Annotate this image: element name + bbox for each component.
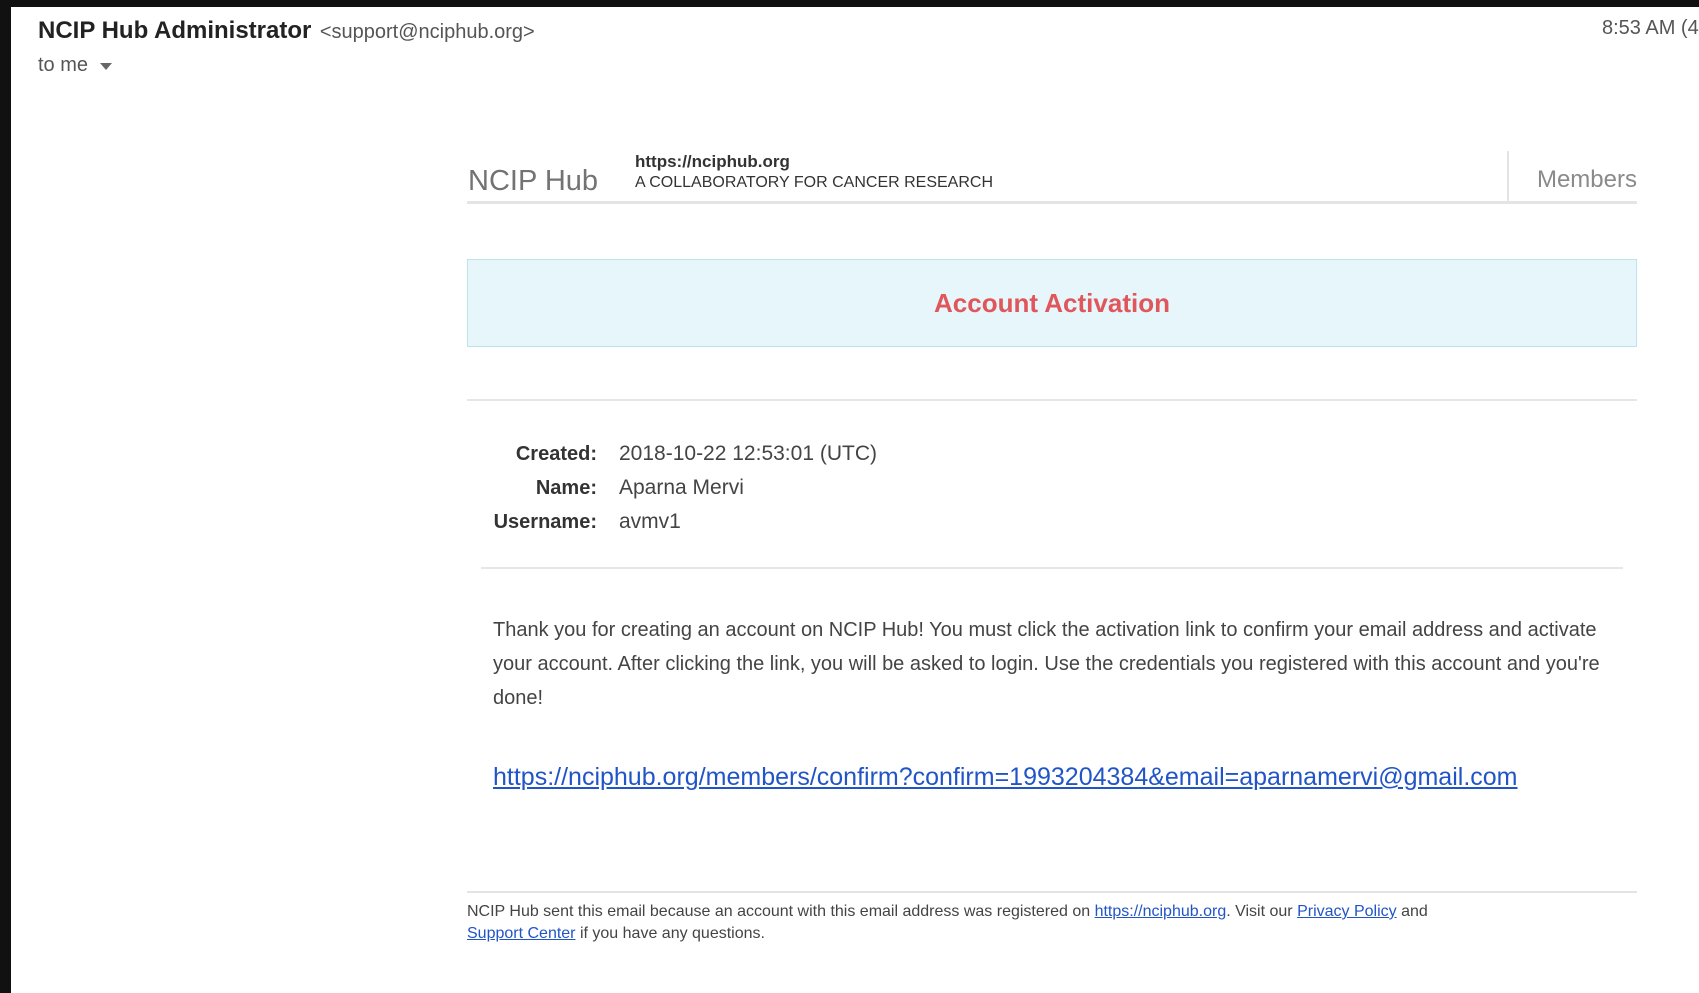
divider <box>467 891 1637 893</box>
divider <box>467 399 1637 401</box>
sender-name[interactable]: NCIP Hub Administrator <box>38 17 311 44</box>
recipient-label: to me <box>38 54 89 76</box>
email-footer: NCIP Hub sent this email because an acco… <box>467 901 1637 945</box>
email-viewer: NCIP Hub Administrator <support@nciphub.… <box>0 0 1699 993</box>
banner-title: Account Activation <box>934 287 1170 318</box>
sender-email: <support@nciphub.org> <box>319 21 535 43</box>
recipient-details-toggle[interactable]: to me <box>38 54 113 77</box>
site-url: https://nciphub.org <box>635 152 790 171</box>
site-brand: NCIP Hub <box>468 165 599 197</box>
footer-text: . Visit our <box>1226 903 1298 920</box>
detail-value: 2018-10-22 12:53:01 (UTC) <box>619 442 877 465</box>
detail-row-username: Username: avmv1 <box>467 505 1067 539</box>
activation-link[interactable]: https://nciphub.org/members/confirm?conf… <box>493 763 1518 792</box>
footer-site-link[interactable]: https://nciphub.org <box>1095 903 1227 920</box>
footer-text: NCIP Hub sent this email because an acco… <box>467 903 1095 920</box>
email-timestamp: 8:53 AM (4 <box>1602 17 1699 39</box>
members-link[interactable]: Members <box>1537 166 1637 194</box>
detail-label: Name: <box>535 476 597 499</box>
detail-value: avmv1 <box>619 510 681 533</box>
message-text: Thank you for creating an account on NCI… <box>493 619 1600 709</box>
detail-label: Username: <box>493 510 597 533</box>
sender-line: NCIP Hub Administrator <support@nciphub.… <box>38 17 535 45</box>
footer-text: if you have any questions. <box>575 925 765 942</box>
header-divider <box>1507 151 1509 203</box>
divider <box>481 567 1623 569</box>
detail-row-created: Created: 2018-10-22 12:53:01 (UTC) <box>467 437 1067 471</box>
account-details: Created: 2018-10-22 12:53:01 (UTC) Name:… <box>467 437 1067 539</box>
footer-text: and <box>1396 903 1428 920</box>
detail-label: Created: <box>515 442 597 465</box>
activation-banner: Account Activation <box>467 259 1637 347</box>
site-tagline: A COLLABORATORY FOR CANCER RESEARCH <box>635 174 994 191</box>
chevron-down-icon[interactable] <box>100 63 113 70</box>
support-center-link[interactable]: Support Center <box>467 925 576 942</box>
detail-row-name: Name: Aparna Mervi <box>467 471 1067 505</box>
message-body: NCIP Hub https://nciphub.org A COLLABORA… <box>467 137 1637 942</box>
privacy-policy-link[interactable]: Privacy Policy <box>1297 903 1397 920</box>
detail-value: Aparna Mervi <box>619 476 744 499</box>
site-header: NCIP Hub https://nciphub.org A COLLABORA… <box>467 137 1637 204</box>
